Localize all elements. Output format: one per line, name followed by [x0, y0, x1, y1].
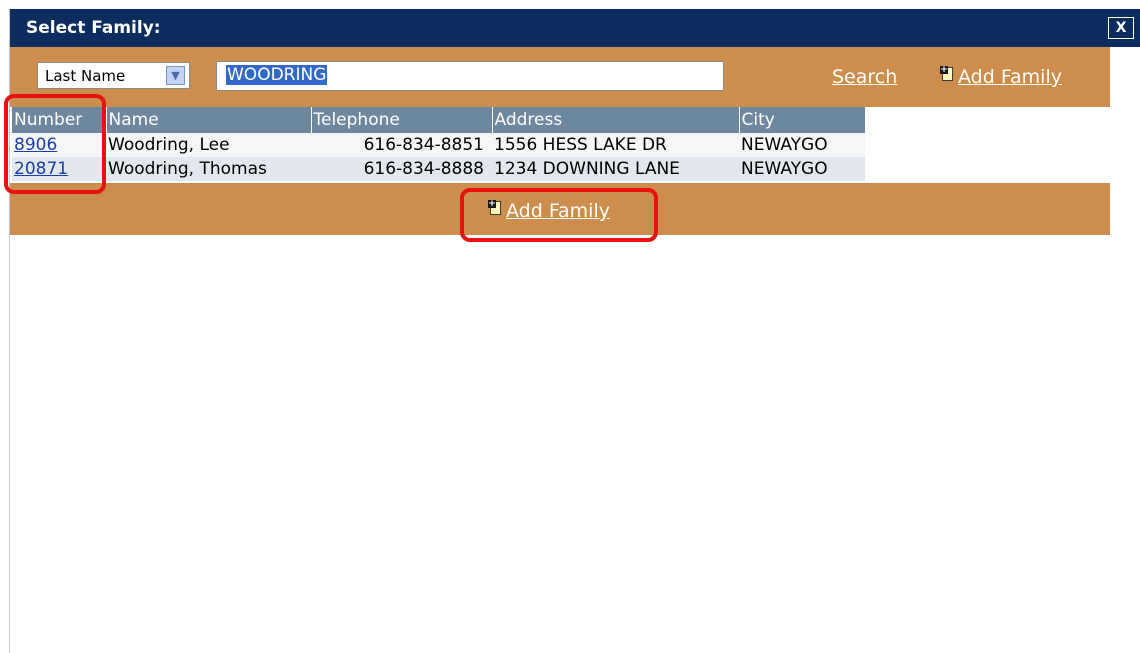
chevron-down-icon[interactable]: ▼: [166, 66, 185, 85]
family-name-cell: Woodring, Lee: [106, 133, 311, 157]
close-button[interactable]: X: [1108, 17, 1134, 39]
search-input[interactable]: WOODRING: [216, 61, 724, 91]
search-field-select[interactable]: Last Name ▼: [37, 62, 190, 89]
add-document-icon: +: [940, 66, 955, 83]
add-family-link-top[interactable]: + Add Family: [940, 66, 1062, 88]
number-column-highlight: [4, 94, 106, 194]
telephone-cell: 616-834-8851: [311, 133, 492, 157]
column-header-city[interactable]: City: [739, 107, 866, 133]
city-cell: NEWAYGO: [739, 157, 865, 181]
results-table: Number Name Telephone Address City 8906 …: [10, 107, 1110, 183]
column-header-telephone[interactable]: Telephone: [311, 107, 493, 133]
table-row[interactable]: 8906 Woodring, Lee 616-834-8851 1556 HES…: [12, 133, 865, 157]
address-cell: 1556 HESS LAKE DR: [492, 133, 739, 157]
column-header-name[interactable]: Name: [106, 107, 312, 133]
dialog-titlebar: Select Family: X: [10, 9, 1140, 47]
city-cell: NEWAYGO: [739, 133, 865, 157]
search-toolbar: Last Name ▼ WOODRING Search + Add Family: [10, 47, 1110, 107]
table-row[interactable]: 20871 Woodring, Thomas 616-834-8888 1234…: [12, 157, 865, 181]
search-link[interactable]: Search: [832, 66, 897, 88]
select-family-dialog: Select Family: X Last Name ▼ WOODRING Se…: [9, 9, 1140, 653]
address-cell: 1234 DOWNING LANE: [492, 157, 739, 181]
search-input-value: WOODRING: [226, 65, 328, 85]
family-name-cell: Woodring, Thomas: [106, 157, 311, 181]
telephone-cell: 616-834-8888: [311, 157, 492, 181]
dialog-title: Select Family:: [26, 18, 161, 38]
close-icon: X: [1115, 20, 1127, 36]
add-family-highlight: [460, 188, 658, 242]
table-header-row: Number Name Telephone Address City: [12, 107, 866, 133]
search-field-value: Last Name: [45, 67, 126, 85]
column-header-address[interactable]: Address: [492, 107, 740, 133]
add-family-label: Add Family: [958, 66, 1062, 88]
